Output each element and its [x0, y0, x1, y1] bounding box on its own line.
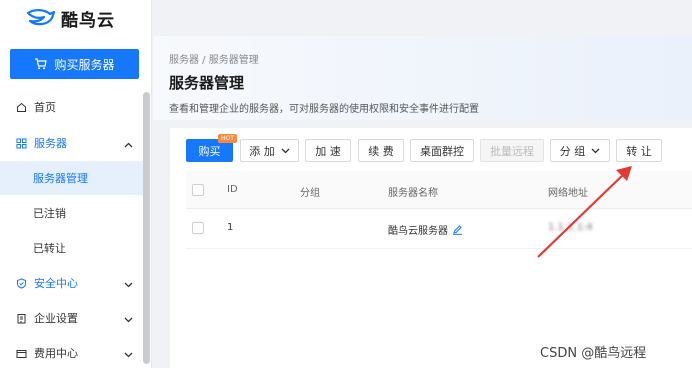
accelerate-button[interactable]: 加 速: [305, 139, 351, 162]
column-header-server-name: 服务器名称: [388, 188, 438, 199]
breadcrumb: 服务器 / 服务器管理: [169, 55, 259, 66]
chevron-down-icon: [591, 148, 600, 154]
column-header-group: 分组: [300, 188, 320, 199]
menu-item-billing-center[interactable]: 费用中心: [0, 336, 143, 368]
grid-icon: [16, 138, 27, 149]
desktop-control-button[interactable]: 桌面群控: [410, 139, 474, 162]
menu-item-label: 服务器: [34, 137, 67, 150]
hot-badge: HOT: [218, 134, 237, 143]
buy-server-label: 购买服务器: [54, 57, 115, 72]
select-all-checkbox[interactable]: [192, 184, 204, 196]
menu-item-home[interactable]: 首页: [0, 90, 143, 124]
renew-label: 续 费: [368, 144, 394, 158]
renew-button[interactable]: 续 费: [358, 139, 404, 162]
brand-logo[interactable]: 酷鸟云: [26, 6, 115, 31]
transfer-label: 转 让: [626, 144, 652, 158]
submenu-item-transferred[interactable]: 已转让: [0, 231, 143, 265]
submenu-item-label: 已注销: [33, 207, 66, 220]
submenu-item-server-management[interactable]: 服务器管理: [0, 161, 143, 195]
menu-item-security-center[interactable]: 安全中心: [0, 266, 143, 300]
cell-server-name: 酷鸟云服务器: [388, 222, 463, 237]
home-icon: [16, 102, 27, 113]
desktop-control-label: 桌面群控: [420, 144, 464, 158]
server-name-text: 酷鸟云服务器: [388, 226, 448, 237]
wallet-icon: [16, 348, 27, 359]
chevron-down-icon: [124, 348, 133, 361]
cell-network-address: 1.1.1.1:4: [548, 222, 593, 233]
brand-name: 酷鸟云: [61, 10, 115, 31]
chevron-down-icon: [124, 278, 133, 291]
cart-icon: [34, 58, 48, 70]
submenu-item-label: 已转让: [33, 242, 66, 255]
bird-logo-icon: [26, 9, 56, 26]
purchase-label: 购买: [198, 144, 221, 158]
shield-icon: [16, 277, 27, 289]
building-icon: [16, 313, 27, 324]
edit-pencil-icon[interactable]: [452, 224, 463, 235]
menu-item-label: 安全中心: [34, 277, 78, 290]
submenu-item-deregistered[interactable]: 已注销: [0, 196, 143, 230]
menu-item-servers[interactable]: 服务器: [0, 126, 143, 160]
menu-item-label: 企业设置: [34, 312, 78, 325]
batch-remote-button[interactable]: 批量远程: [480, 139, 544, 162]
add-label: 添 加: [249, 144, 275, 158]
submenu-item-label: 服务器管理: [33, 172, 88, 185]
chevron-up-icon: [124, 138, 133, 151]
watermark: CSDN @酷鸟远程: [540, 346, 647, 361]
add-dropdown-button[interactable]: 添 加: [240, 139, 299, 162]
sidebar: 酷鸟云 购买服务器 首页 服务器 服务器管理 已注销 已转让 安全中心 企业设置…: [0, 0, 152, 368]
column-header-id: ID: [227, 184, 238, 195]
batch-remote-label: 批量远程: [490, 144, 534, 158]
group-label: 分 组: [559, 144, 586, 158]
page-description: 查看和管理企业的服务器，可对服务器的使用权限和安全事件进行配置: [169, 104, 479, 115]
accelerate-label: 加 速: [315, 144, 341, 158]
cell-id: 1: [227, 222, 234, 233]
menu-item-label: 首页: [34, 101, 56, 114]
transfer-button[interactable]: 转 让: [616, 139, 662, 162]
chevron-down-icon: [124, 313, 133, 326]
table-header: [186, 171, 692, 209]
buy-server-button[interactable]: 购买服务器: [10, 49, 139, 79]
menu-item-enterprise-settings[interactable]: 企业设置: [0, 301, 143, 335]
row-checkbox[interactable]: [192, 222, 204, 234]
chevron-down-icon: [281, 148, 290, 154]
column-header-network-address: 网络地址: [548, 188, 588, 199]
group-dropdown-button[interactable]: 分 组: [550, 139, 610, 162]
menu-item-label: 费用中心: [34, 347, 78, 360]
sidebar-scrollbar[interactable]: [143, 92, 150, 364]
page-title: 服务器管理: [169, 74, 245, 92]
